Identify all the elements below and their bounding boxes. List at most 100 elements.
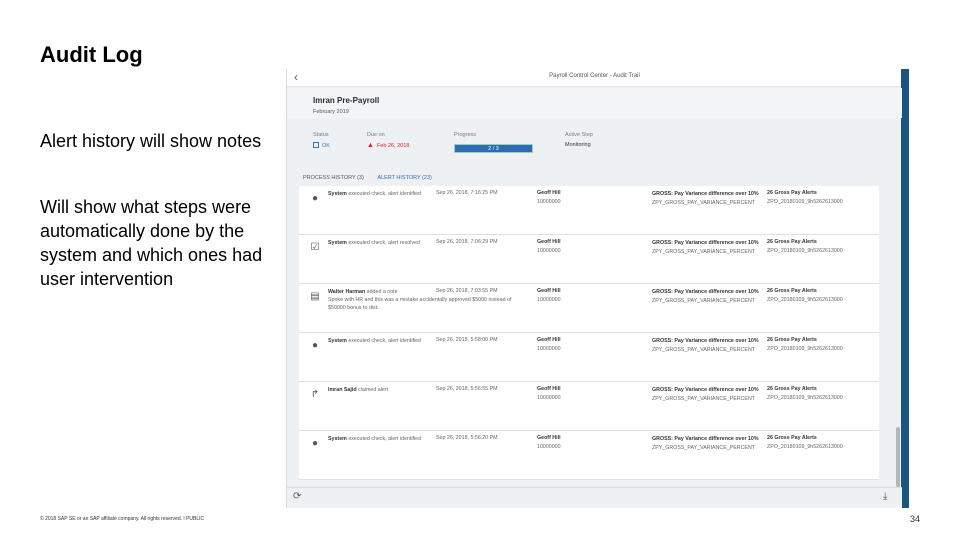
personnel-number: 10000000 — [537, 248, 561, 254]
alert-name: GROSS: Pay Variance difference over 10% — [652, 436, 759, 442]
alert-code: ZPY_GROSS_PAY_VARIANCE_PERCENT — [652, 297, 756, 304]
alert-reference: ZPO_20180109_9h5262613000 — [767, 248, 843, 254]
list-item[interactable]: ● System executed check, alert identifie… — [299, 333, 879, 382]
note-icon: ▤ — [310, 291, 320, 302]
alert-count: 26 Gross Pay Alerts — [767, 337, 817, 343]
alert-reference: ZPO_20180109_9h5262613000 — [767, 346, 843, 352]
alert-history-list: ● System executed check, alert identifie… — [299, 186, 879, 480]
list-item[interactable]: ↱ Imran Sajid claimed alert Sep 26, 2018… — [299, 382, 879, 431]
active-step-value: Monitoring — [565, 142, 591, 148]
bullet-alert-history: Alert history will show notes — [40, 131, 262, 151]
event-date: Sep 26, 2018, 7:06:29 PM — [436, 239, 498, 245]
checkbox-icon: ☑ — [310, 242, 320, 253]
download-icon[interactable]: ⤓ — [883, 491, 887, 502]
side-edge — [901, 69, 909, 508]
alert-reference: ZPO_20180109_9h5262613000 — [767, 395, 843, 401]
progress-label: Progress — [454, 132, 477, 138]
app-title: Payroll Control Center - Audit Trail — [549, 73, 640, 79]
status-value: OK — [313, 142, 330, 149]
alert-code: ZPY_GROSS_PAY_VARIANCE_PERCENT — [652, 444, 756, 451]
alert-count: 26 Gross Pay Alerts — [767, 288, 817, 294]
event-actor: System — [328, 240, 347, 246]
status-label: Status — [313, 132, 329, 138]
scrollbar[interactable] — [896, 427, 900, 487]
alert-info: GROSS: Pay Variance difference over 10% Z… — [652, 288, 767, 305]
alert-code: ZPY_GROSS_PAY_VARIANCE_PERCENT — [652, 346, 756, 353]
alert-count: 26 Gross Pay Alerts — [767, 190, 817, 196]
app-topbar: ‹ Payroll Control Center - Audit Trail — [287, 69, 902, 87]
event-actor: Walter Harman — [328, 289, 366, 295]
event-action: claimed alert — [356, 387, 389, 393]
event-date: Sep 26, 2018, 5:58:00 PM — [436, 337, 498, 343]
employee-name-cell: Geoff Hill — [537, 435, 561, 441]
copyright-footer: © 2018 SAP SE or an SAP affiliate compan… — [40, 516, 205, 522]
alert-name: GROSS: Pay Variance difference over 10% — [652, 191, 759, 197]
info-icon: ● — [311, 438, 319, 449]
alert-code: ZPY_GROSS_PAY_VARIANCE_PERCENT — [652, 248, 756, 255]
alert-count: 26 Gross Pay Alerts — [767, 386, 817, 392]
alert-info: GROSS: Pay Variance difference over 10% Z… — [652, 386, 767, 403]
event-action: executed check, alert resolved — [346, 240, 420, 246]
event-action: added a note — [365, 289, 398, 295]
event-action: executed check, alert identified — [346, 191, 422, 197]
payroll-period: February 2019 — [313, 109, 349, 115]
employee-name-cell: Geoff Hill — [537, 337, 561, 343]
event-actor: Imran Sajid — [328, 387, 357, 393]
audit-trail-screenshot: ‹ Payroll Control Center - Audit Trail I… — [286, 69, 909, 508]
event-actor: System — [328, 436, 347, 442]
active-step-label: Active Step — [565, 132, 593, 138]
event-date: Sep 26, 2018, 7:03:55 PM — [436, 288, 498, 294]
history-tabs: PROCESS HISTORY (3) ALERT HISTORY (23) — [303, 175, 444, 181]
personnel-number: 10000000 — [537, 199, 561, 205]
alert-count: 26 Gross Pay Alerts — [767, 239, 817, 245]
event-note: Spoke with HR and this was a mistake acc… — [328, 297, 512, 311]
alert-name: GROSS: Pay Variance difference over 10% — [652, 240, 759, 246]
alert-name: GROSS: Pay Variance difference over 10% — [652, 387, 759, 393]
due-text: Feb 26, 2018 — [376, 143, 410, 149]
personnel-number: 10000000 — [537, 346, 561, 352]
alert-name: GROSS: Pay Variance difference over 10% — [652, 289, 759, 295]
alert-info: GROSS: Pay Variance difference over 10% Z… — [652, 190, 767, 207]
employee-name-cell: Geoff Hill — [537, 239, 561, 245]
alert-reference: ZPO_20180109_9h5262613000 — [767, 444, 843, 450]
list-item[interactable]: ● System executed check, alert identifie… — [299, 186, 879, 235]
event-date: Sep 26, 2018, 7:16:25 PM — [436, 190, 498, 196]
personnel-number: 10000000 — [537, 444, 561, 450]
alert-code: ZPY_GROSS_PAY_VARIANCE_PERCENT — [652, 395, 756, 402]
event-date: Sep 26, 2018, 5:56:55 PM — [436, 386, 498, 392]
list-item[interactable]: ▤ Walter Harman added a note Spoke with H… — [299, 284, 879, 333]
due-value: ▲ Feb 26, 2018 — [367, 142, 409, 149]
due-label: Due on — [367, 132, 385, 138]
slide-title: Audit Log — [40, 42, 143, 67]
list-item[interactable]: ☑ System executed check, alert resolved … — [299, 235, 879, 284]
event-actor: System — [328, 191, 347, 197]
tab-alert-history[interactable]: ALERT HISTORY (23) — [377, 175, 432, 181]
alert-info: GROSS: Pay Variance difference over 10% Z… — [652, 435, 767, 452]
event-action: executed check, alert identified — [346, 338, 422, 344]
status-checkbox-icon — [313, 142, 319, 148]
event-actor: System — [328, 338, 347, 344]
personnel-number: 10000000 — [537, 395, 561, 401]
employee-name-cell: Geoff Hill — [537, 190, 561, 196]
tab-process-history[interactable]: PROCESS HISTORY (3) — [303, 175, 364, 181]
warning-icon: ▲ — [367, 142, 374, 149]
employee-name: Imran Pre-Payroll — [313, 96, 380, 105]
employee-name-cell: Geoff Hill — [537, 288, 561, 294]
page-number: 34 — [909, 514, 920, 524]
object-header: Imran Pre-Payroll February 2019 — [287, 88, 902, 118]
alert-reference: ZPO_20180109_9h5262613000 — [767, 297, 843, 303]
refresh-icon[interactable]: ⟳ — [293, 491, 301, 502]
progress-bar: 2 / 3 — [454, 144, 533, 153]
alert-count: 26 Gross Pay Alerts — [767, 435, 817, 441]
alert-reference: ZPO_20180109_9h5262613000 — [767, 199, 843, 205]
info-icon: ● — [311, 340, 319, 351]
list-item[interactable]: ● System executed check, alert identifie… — [299, 431, 879, 480]
alert-name: GROSS: Pay Variance difference over 10% — [652, 338, 759, 344]
bullet-system-steps: Will show what steps were automatically … — [40, 197, 263, 289]
status-text: OK — [322, 143, 330, 149]
event-action: executed check, alert identified — [346, 436, 422, 442]
alert-info: GROSS: Pay Variance difference over 10% Z… — [652, 239, 767, 256]
employee-name-cell: Geoff Hill — [537, 386, 561, 392]
app-bottombar: ⟳ ⤓ — [287, 487, 902, 508]
forward-icon: ↱ — [310, 389, 320, 400]
